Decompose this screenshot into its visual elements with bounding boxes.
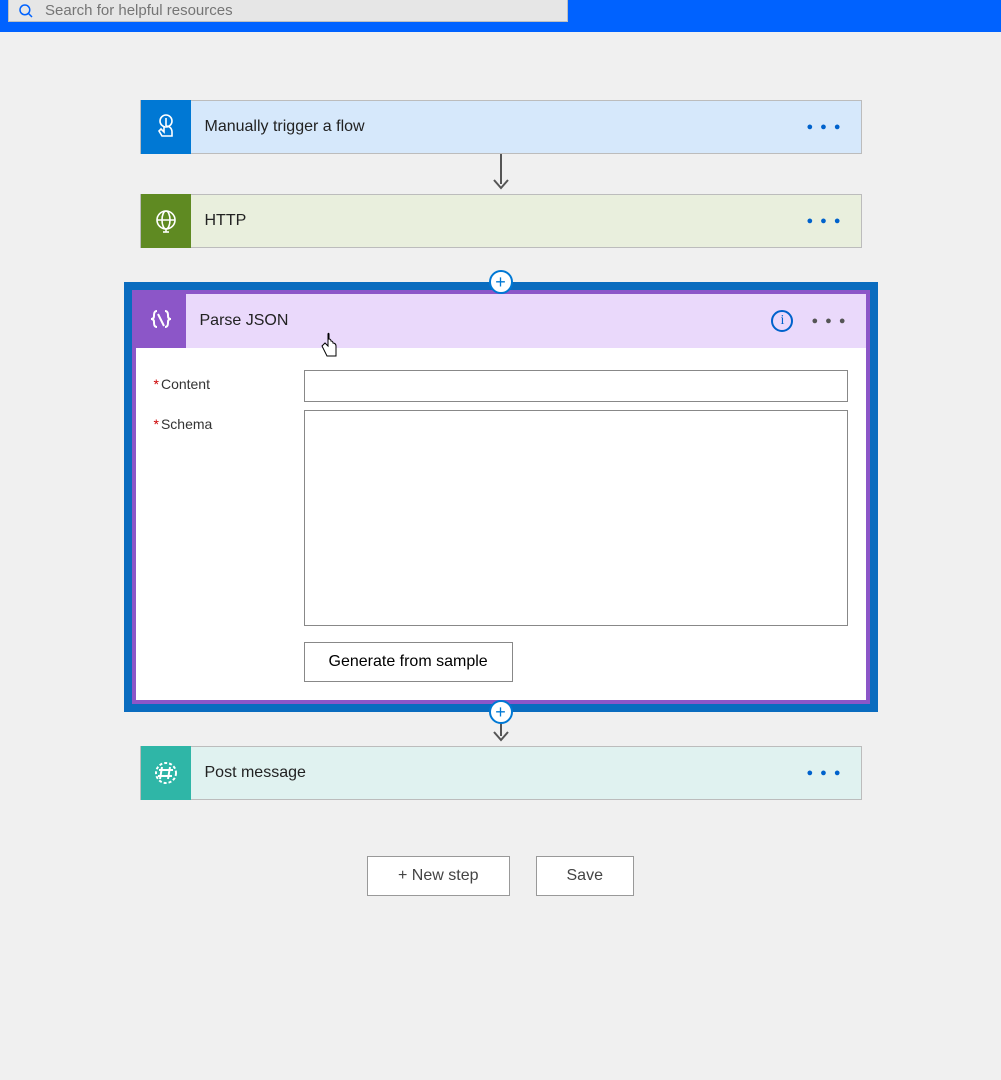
content-label: *Content: [154, 370, 304, 392]
step-parse-json-menu[interactable]: ● ● ●: [811, 315, 865, 327]
step-http[interactable]: HTTP ● ● ●: [140, 194, 862, 248]
step-parse-json-body: *Content *Schema Generate from sample: [136, 348, 866, 700]
search-input[interactable]: [45, 2, 559, 19]
top-nav-bar: [0, 0, 1001, 32]
hash-icon: [141, 746, 191, 800]
search-icon: [17, 2, 35, 20]
schema-label: *Schema: [154, 410, 304, 432]
required-asterisk: *: [154, 376, 161, 392]
step-parse-json: Parse JSON i ● ● ● *Content *Schema: [132, 290, 870, 704]
step-post-message-title: Post message: [191, 764, 807, 782]
step-http-menu[interactable]: ● ● ●: [806, 215, 860, 227]
content-input[interactable]: [304, 370, 848, 402]
schema-input[interactable]: [304, 410, 848, 626]
new-step-button[interactable]: + New step: [367, 856, 509, 896]
touch-icon: [141, 100, 191, 154]
json-braces-icon: [136, 294, 186, 348]
step-post-message-menu[interactable]: ● ● ●: [806, 767, 860, 779]
step-trigger[interactable]: Manually trigger a flow ● ● ●: [140, 100, 862, 154]
required-asterisk: *: [154, 416, 161, 432]
step-post-message[interactable]: Post message ● ● ●: [140, 746, 862, 800]
step-parse-json-title: Parse JSON: [186, 312, 772, 330]
step-parse-json-header[interactable]: Parse JSON i ● ● ●: [136, 294, 866, 348]
connector-arrow: [491, 154, 511, 194]
save-button[interactable]: Save: [536, 856, 634, 896]
step-http-title: HTTP: [191, 212, 807, 230]
footer-actions: + New step Save: [367, 856, 634, 896]
add-step-after-button[interactable]: +: [489, 700, 513, 724]
flow-canvas: Manually trigger a flow ● ● ● HTTP ● ● ●…: [0, 32, 1001, 896]
generate-from-sample-button[interactable]: Generate from sample: [304, 642, 513, 682]
add-step-before-button[interactable]: +: [489, 270, 513, 294]
search-box[interactable]: [8, 0, 568, 22]
globe-icon: [141, 194, 191, 248]
step-trigger-menu[interactable]: ● ● ●: [806, 121, 860, 133]
info-icon[interactable]: i: [771, 310, 793, 332]
step-trigger-title: Manually trigger a flow: [191, 118, 807, 136]
selected-step-outline: Parse JSON i ● ● ● *Content *Schema: [124, 282, 878, 712]
